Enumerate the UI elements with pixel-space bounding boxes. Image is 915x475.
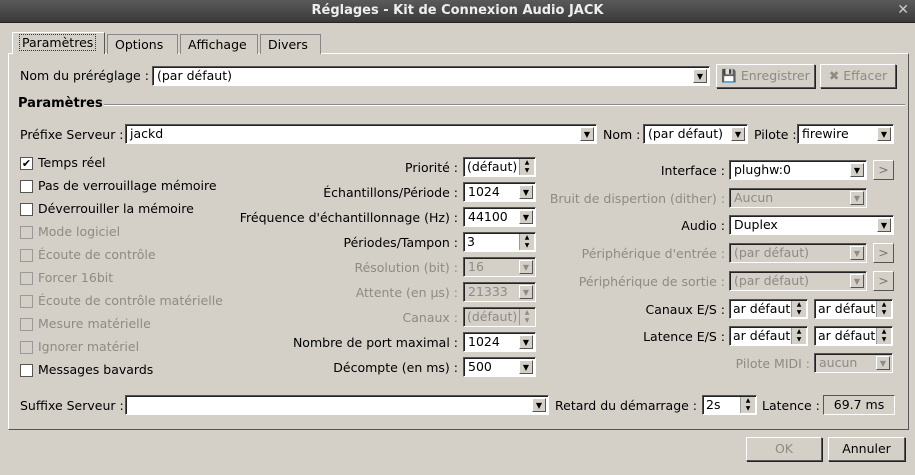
checkbox[interactable]	[20, 203, 33, 216]
checkbox[interactable]	[20, 226, 33, 239]
window-title: Réglages - Kit de Connexion Audio JACK	[311, 3, 604, 18]
mid-spin[interactable]: (défaut) ▲ ▼	[463, 157, 536, 177]
delete-button[interactable]: ✖ Effacer	[820, 64, 896, 88]
ok-button[interactable]: OK	[746, 437, 822, 461]
io-channels-label: Canaux E/S :	[645, 302, 726, 317]
mid-spin[interactable]: (défaut) ▲ ▼	[463, 307, 536, 327]
cancel-button[interactable]: Annuler	[828, 437, 905, 461]
latency-label: Latence :	[762, 398, 820, 413]
right-combo[interactable]: (par défaut) ▼	[729, 243, 867, 263]
mid-label: Fréquence d'échantillonnage (Hz) :	[239, 210, 458, 225]
tab-parametres[interactable]: Paramètres	[12, 32, 105, 54]
checkbox[interactable]	[20, 318, 33, 331]
right-label: Périphérique de sortie :	[578, 274, 725, 289]
group-title: Paramètres	[18, 96, 103, 111]
mid-label: Périodes/Tampon :	[343, 235, 458, 250]
delay-spin[interactable]: 2s ▲ ▼	[702, 395, 757, 415]
mid-combo[interactable]: 500 ▼	[463, 357, 536, 377]
mid-label: Décompte (en ms) :	[333, 360, 458, 375]
mid-label: Priorité :	[405, 160, 458, 175]
suffix-combo[interactable]: ▼	[125, 395, 549, 415]
mid-combo[interactable]: 21333 ▼	[463, 282, 536, 302]
group-divider	[104, 104, 905, 106]
save-button[interactable]: 💾 Enregistrer	[716, 64, 815, 88]
more-button[interactable]: >	[873, 243, 894, 263]
more-button[interactable]: >	[873, 160, 894, 180]
latency-in-spin[interactable]: ar défaut) ▲ ▼	[729, 326, 808, 346]
midi-combo[interactable]: aucun ▼	[814, 353, 893, 373]
checkbox-label: Mesure matérielle	[38, 316, 151, 331]
tab-options[interactable]: Options	[107, 34, 178, 54]
tab-affichage[interactable]: Affichage	[180, 34, 258, 54]
mid-label: Échantillons/Période :	[323, 185, 458, 200]
suffix-label: Suffixe Serveur :	[20, 398, 124, 413]
name-label: Nom :	[603, 127, 641, 142]
latency-value: 69.7 ms	[823, 395, 895, 415]
right-combo[interactable]: (par défaut) ▼	[729, 271, 867, 291]
mid-combo[interactable]: 1024 ▼	[463, 182, 536, 202]
checkbox-label: Déverrouiller la mémoire	[38, 201, 194, 216]
latency-out-spin[interactable]: ar défaut) ▲ ▼	[814, 326, 893, 346]
tab-divers[interactable]: Divers	[260, 34, 321, 54]
right-combo[interactable]: Duplex ▼	[729, 215, 894, 235]
mid-label: Nombre de port maximal :	[292, 335, 458, 350]
checkbox[interactable]	[20, 364, 33, 377]
right-label: Bruit de dispertion (dither) :	[549, 191, 725, 206]
right-label: Périphérique d'entrée :	[581, 246, 725, 261]
more-button[interactable]: >	[873, 271, 894, 291]
checkbox-label: Écoute de contrôle matérielle	[38, 293, 223, 308]
mid-spin[interactable]: 3 ▲ ▼	[463, 232, 536, 252]
checkbox[interactable]: ✔	[20, 157, 33, 170]
checkbox-label: Forcer 16bit	[38, 270, 114, 285]
mid-label: Résolution (bit) :	[354, 260, 458, 275]
checkbox-label: Ignorer matériel	[38, 339, 140, 354]
preset-combo[interactable]: (par défaut) ▼	[152, 66, 710, 86]
preset-label: Nom du préréglage :	[20, 68, 149, 83]
checkbox-label: Mode logiciel	[38, 224, 121, 239]
mid-combo[interactable]: 16 ▼	[463, 257, 536, 277]
channels-in-spin[interactable]: ar défaut) ▲ ▼	[729, 299, 808, 319]
checkbox-label: Messages bavards	[38, 362, 154, 377]
mid-combo[interactable]: 1024 ▼	[463, 332, 536, 352]
right-label: Interface :	[660, 163, 725, 178]
checkbox[interactable]	[20, 341, 33, 354]
checkbox-label: Écoute de contrôle	[38, 247, 156, 262]
right-combo[interactable]: Aucun ▼	[729, 188, 867, 208]
checkbox[interactable]	[20, 295, 33, 308]
channels-out-spin[interactable]: ar défaut) ▲ ▼	[814, 299, 893, 319]
checkbox[interactable]	[20, 272, 33, 285]
delay-label: Retard du démarrage :	[555, 398, 698, 413]
driver-combo[interactable]: firewire ▼	[797, 124, 894, 144]
mid-label: Attente (en µs) :	[355, 285, 458, 300]
prefix-combo[interactable]: jackd ▼	[125, 124, 597, 144]
close-icon[interactable]: ✕	[897, 2, 909, 18]
name-combo[interactable]: (par défaut) ▼	[643, 124, 748, 144]
mid-combo[interactable]: 44100 ▼	[463, 207, 536, 227]
prefix-label: Préfixe Serveur :	[20, 127, 124, 142]
checkbox-label: Pas de verrouillage mémoire	[38, 178, 217, 193]
mid-label: Canaux :	[402, 310, 458, 325]
checkbox[interactable]	[20, 249, 33, 262]
right-label: Audio :	[681, 218, 725, 233]
checkbox-label: Temps réel	[38, 155, 106, 170]
right-combo[interactable]: plughw:0 ▼	[729, 160, 867, 180]
midi-label: Pilote MIDI :	[735, 356, 810, 371]
driver-label: Pilote :	[754, 127, 797, 142]
checkbox[interactable]	[20, 180, 33, 193]
io-latency-label: Latence E/S :	[643, 329, 725, 344]
